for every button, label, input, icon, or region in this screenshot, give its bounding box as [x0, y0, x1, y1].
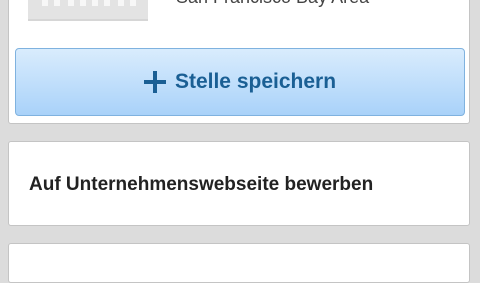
save-job-label: Stelle speichern: [174, 70, 337, 93]
job-location: San Francisco Bay Area: [176, 0, 369, 8]
building-logo-icon: [28, 0, 148, 21]
apply-on-company-website-button[interactable]: Auf Unternehmenswebseite bewerben: [8, 141, 470, 226]
job-header-card: San Francisco Bay Area Stelle speichern: [8, 0, 470, 124]
save-job-button[interactable]: Stelle speichern: [15, 48, 465, 116]
apply-label: Auf Unternehmenswebseite bewerben: [29, 174, 374, 195]
next-card: [8, 243, 470, 283]
plus-icon: [143, 71, 166, 93]
